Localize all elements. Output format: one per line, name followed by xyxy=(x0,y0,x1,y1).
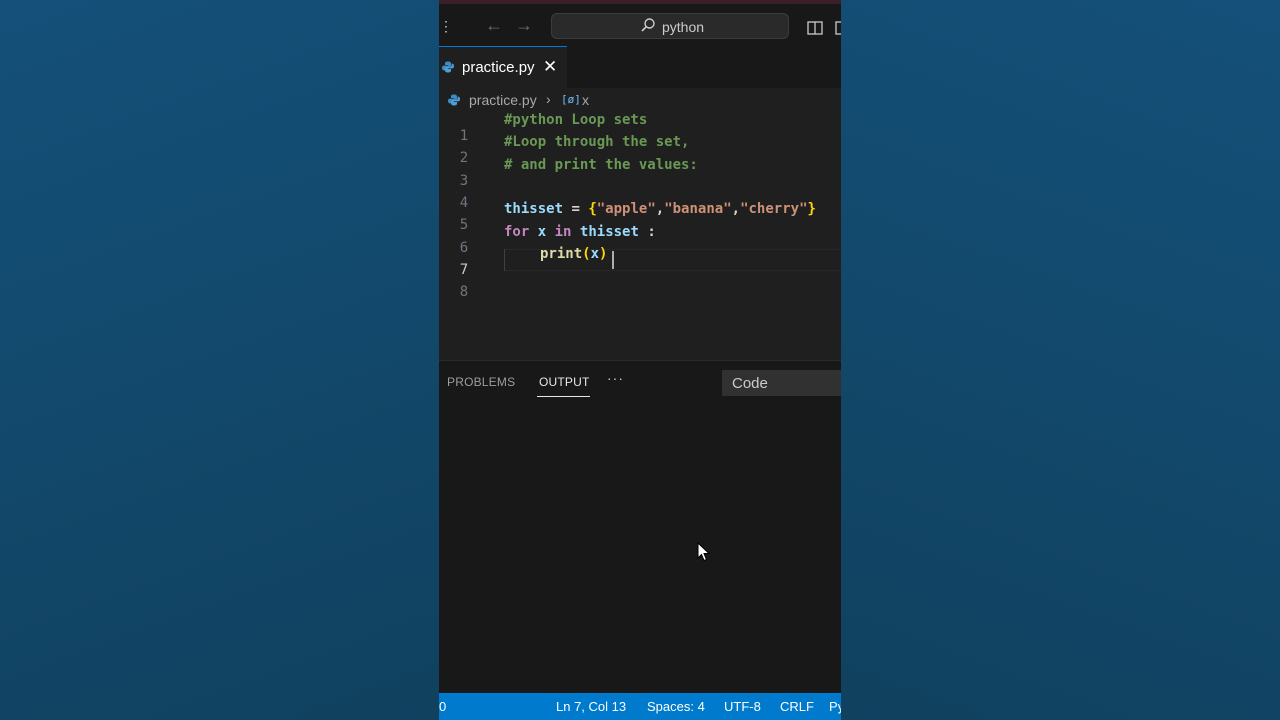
background-right xyxy=(841,0,1280,720)
forward-arrow-icon[interactable]: → xyxy=(515,15,533,36)
menu-icon[interactable]: ⋮ xyxy=(439,18,453,35)
code-text: for x in thisset : xyxy=(504,224,656,240)
breadcrumb: practice.py › [ø] x xyxy=(439,88,841,112)
mouse-pointer-icon xyxy=(697,542,711,562)
text-cursor xyxy=(612,251,614,269)
chevron-right-icon: › xyxy=(546,91,551,107)
code-editor[interactable]: 1 #python Loop sets 2 #Loop through the … xyxy=(439,112,841,360)
tab-practice-py[interactable]: practice.py ✕ xyxy=(439,46,567,88)
tab-problems[interactable]: PROBLEMS xyxy=(447,375,515,389)
output-channel-value: Code xyxy=(732,375,768,392)
background-left xyxy=(0,0,439,720)
code-line-8: 8 xyxy=(439,268,841,300)
tab-output[interactable]: OUTPUT xyxy=(539,375,590,389)
code-text: #python Loop sets xyxy=(504,112,648,128)
status-language[interactable]: Py xyxy=(829,699,841,714)
code-text: print(x) xyxy=(540,246,608,262)
status-eol[interactable]: CRLF xyxy=(780,699,814,714)
search-icon xyxy=(641,18,655,32)
breadcrumb-file[interactable]: practice.py xyxy=(469,92,537,108)
code-line-5: 5 thisset = {"apple","banana","cherry"} xyxy=(439,201,841,233)
toggle-secondary-sidebar-icon[interactable] xyxy=(807,20,823,36)
status-bar: 0 Ln 7, Col 13 Spaces: 4 UTF-8 CRLF Py xyxy=(439,693,841,720)
status-problems-count[interactable]: 0 xyxy=(439,699,446,714)
bottom-panel: PROBLEMS OUTPUT ··· Code xyxy=(439,360,841,693)
active-tab-indicator xyxy=(537,396,590,397)
back-arrow-icon[interactable]: ← xyxy=(485,15,503,36)
output-channel-select[interactable]: Code xyxy=(722,370,841,396)
tab-label: practice.py xyxy=(462,59,535,76)
breadcrumb-symbol[interactable]: x xyxy=(582,92,589,108)
status-indentation[interactable]: Spaces: 4 xyxy=(647,699,705,714)
code-line-6: 6 for x in thisset : xyxy=(439,224,841,256)
status-cursor-position[interactable]: Ln 7, Col 13 xyxy=(556,699,626,714)
close-icon[interactable]: ✕ xyxy=(543,57,557,77)
code-text: thisset = {"apple","banana","cherry"} xyxy=(504,201,816,217)
command-center-search[interactable]: python xyxy=(551,13,789,39)
status-encoding[interactable]: UTF-8 xyxy=(724,699,761,714)
more-actions-icon[interactable]: ··· xyxy=(607,370,624,386)
vscode-window: ⋮ ← → python practice.py ✕ practice.py ›… xyxy=(439,0,841,720)
variable-icon: [ø] xyxy=(561,93,581,106)
customize-layout-icon[interactable] xyxy=(835,20,841,36)
code-line-7: 7 print(x) xyxy=(439,246,841,278)
code-line-2: 2 #Loop through the set, xyxy=(439,134,841,166)
code-line-4: 4 xyxy=(439,179,841,211)
title-bar: ⋮ ← → python xyxy=(439,0,841,46)
line-number: 8 xyxy=(459,284,469,300)
code-line-3: 3 # and print the values: xyxy=(439,157,841,189)
code-line-1: 1 #python Loop sets xyxy=(439,112,841,144)
python-file-icon xyxy=(442,61,454,73)
code-text: # and print the values: xyxy=(504,157,698,173)
python-file-icon xyxy=(448,94,460,106)
code-text: #Loop through the set, xyxy=(504,134,690,150)
search-text: python xyxy=(662,19,705,35)
editor-tab-bar: practice.py ✕ xyxy=(439,46,841,88)
